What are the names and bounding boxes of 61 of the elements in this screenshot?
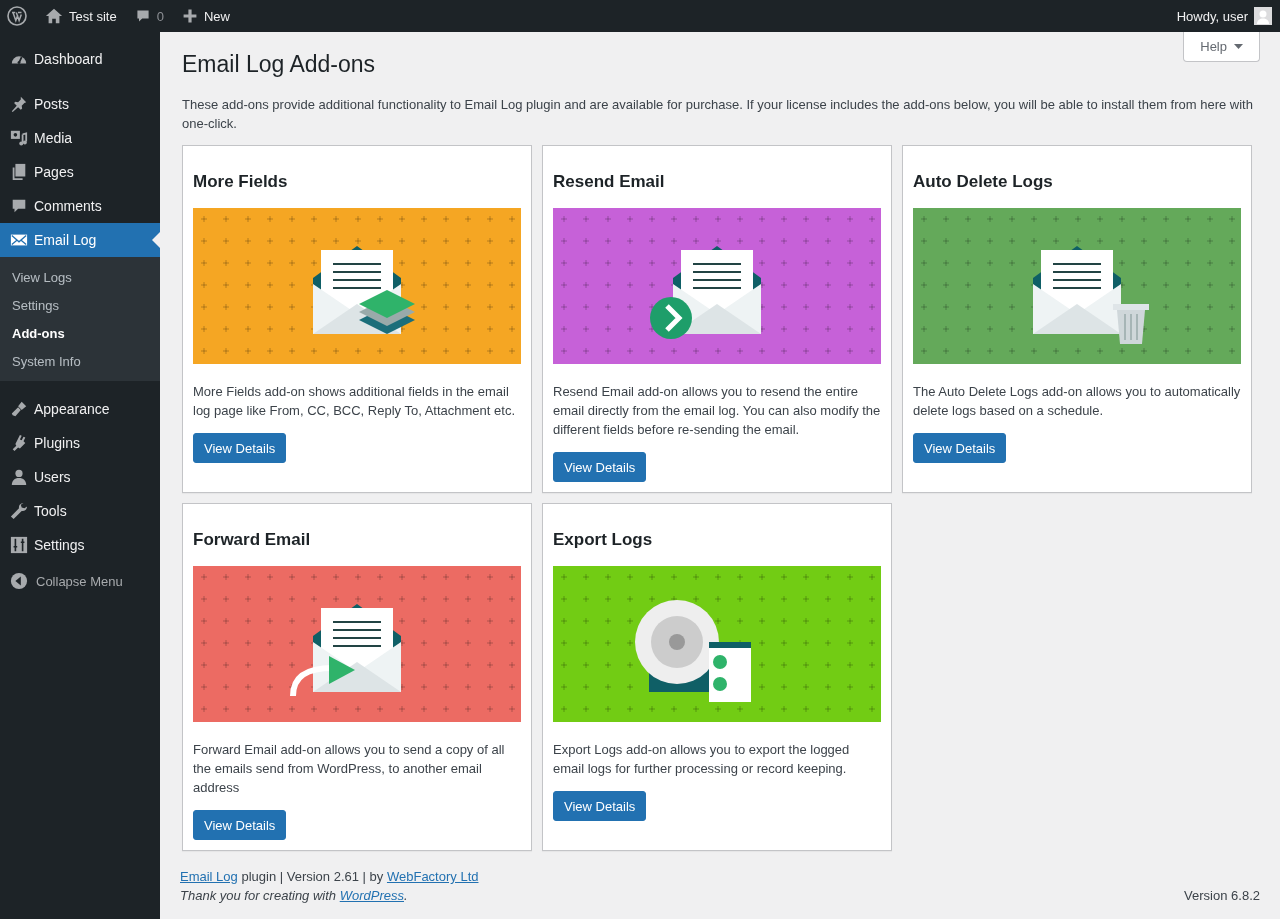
menu-item[interactable]: Posts bbox=[0, 87, 160, 121]
new-link[interactable]: New bbox=[203, 8, 230, 24]
arrow-badge-drawing bbox=[650, 297, 692, 339]
menu-item[interactable]: Media bbox=[0, 121, 160, 155]
collapse-menu-button[interactable]: Collapse Menu bbox=[0, 562, 160, 590]
layers-drawing bbox=[359, 290, 415, 334]
email-log-link[interactable]: Email Log bbox=[180, 869, 238, 884]
addon-title: More Fields bbox=[193, 172, 289, 192]
site-name-link[interactable]: Test site bbox=[69, 8, 117, 24]
addon-title: Resend Email bbox=[553, 172, 666, 192]
user-icon bbox=[10, 468, 28, 486]
wordpress-logo-icon bbox=[7, 6, 27, 26]
curved-arrow-drawing bbox=[290, 656, 355, 697]
greeting-link[interactable]: Howdy, user bbox=[1176, 8, 1248, 24]
page-title: Email Log Add-ons bbox=[182, 51, 377, 78]
menu-item[interactable]: Email Log bbox=[0, 223, 160, 257]
help-button[interactable]: Help bbox=[1183, 32, 1260, 62]
menu-item[interactable]: Appearance bbox=[0, 392, 160, 426]
pages-icon bbox=[10, 163, 28, 181]
plus-icon bbox=[181, 8, 198, 24]
addon-title: Export Logs bbox=[553, 530, 654, 550]
view-details-button[interactable]: View Details bbox=[553, 452, 647, 482]
intro-text: These add-ons provide additional functionality to Email Log plugin and are available for purchase. If your license includes the add-ons below, you will be able to install them from here with one-click. bbox=[182, 96, 1254, 133]
media-icon bbox=[10, 129, 28, 147]
addon-description: Export Logs add-on allows you to export the logged email logs for further processing or record keeping. bbox=[553, 741, 851, 778]
menu-item[interactable]: Dashboard bbox=[0, 42, 160, 76]
menu-item[interactable]: Pages bbox=[0, 155, 160, 189]
submenu-item[interactable]: System Info bbox=[0, 348, 160, 376]
caret-icon bbox=[1234, 44, 1243, 49]
sliders-icon bbox=[10, 536, 28, 554]
submenu-item[interactable]: Add-ons bbox=[0, 320, 160, 348]
submenu-item[interactable]: Settings bbox=[0, 292, 160, 320]
comments-link[interactable]: 0 bbox=[134, 8, 164, 24]
menu-item[interactable]: Users bbox=[0, 460, 160, 494]
view-details-button[interactable]: View Details bbox=[193, 433, 287, 463]
home-icon bbox=[45, 7, 63, 25]
addon-description: The Auto Delete Logs add-on allows you to automatically delete logs based on a schedule. bbox=[913, 383, 1242, 420]
addon-description: More Fields add-on shows additional fields in the email log page like From, CC, BCC, Reply To, Attachment etc. bbox=[193, 383, 516, 420]
webfactory-link[interactable]: WebFactory Ltd bbox=[386, 869, 479, 884]
menu-item[interactable]: Settings bbox=[0, 528, 160, 562]
trash-can-drawing bbox=[1113, 304, 1149, 344]
addon-description: Forward Email add-on allows you to send a copy of all the emails send from WordPress, to another email address bbox=[193, 741, 506, 797]
view-details-button[interactable]: View Details bbox=[913, 433, 1007, 463]
menu-item[interactable]: Plugins bbox=[0, 426, 160, 460]
menu-item[interactable]: Comments bbox=[0, 189, 160, 223]
view-details-button[interactable]: View Details bbox=[553, 791, 647, 821]
thanks-text: Thank you for creating with WordPress. bbox=[180, 887, 409, 905]
addon-title: Auto Delete Logs bbox=[913, 172, 1054, 192]
paintbrush-icon bbox=[10, 400, 28, 418]
pushpin-icon bbox=[10, 95, 28, 113]
menu-item[interactable]: Tools bbox=[0, 494, 160, 528]
addon-description: Resend Email add-on allows you to resend the entire email directly from the email log. You can also modify the different fields before re-sending the email. bbox=[553, 383, 882, 439]
wordpress-link[interactable]: WordPress bbox=[339, 888, 404, 903]
submenu-item[interactable]: View Logs bbox=[0, 264, 160, 292]
wrench-icon bbox=[10, 502, 28, 520]
plug-icon bbox=[10, 434, 28, 452]
version-text: Version 6.8.2 bbox=[1184, 887, 1260, 905]
plugin-credit: Email Log plugin | Version 2.61 | by WebFactory Ltd bbox=[180, 868, 479, 886]
addon-title: Forward Email bbox=[193, 530, 312, 550]
view-details-button[interactable]: View Details bbox=[193, 810, 287, 840]
speech-bubble-icon bbox=[134, 8, 151, 24]
